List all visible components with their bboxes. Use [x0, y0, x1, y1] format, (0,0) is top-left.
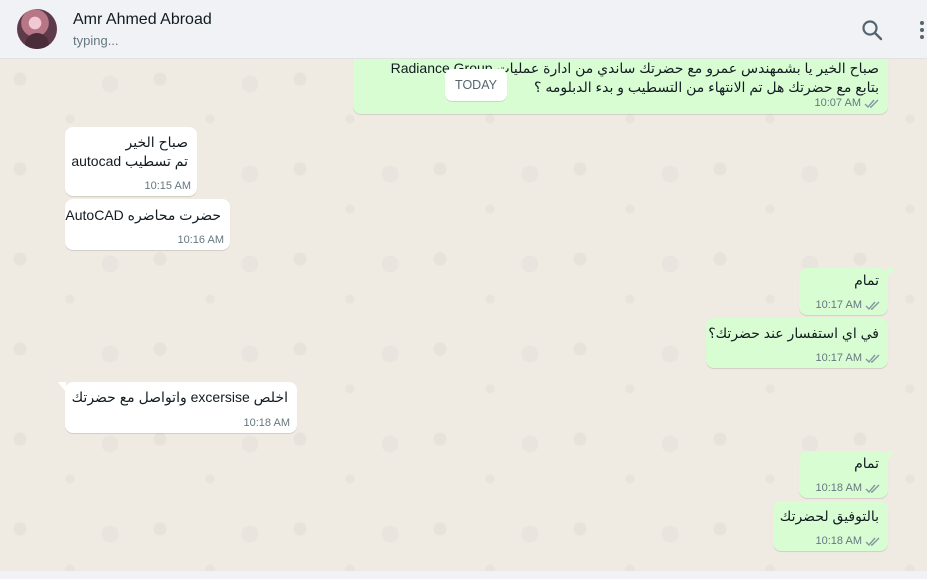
- message-outgoing[interactable]: في اي استفسار عند حضرتك؟ 10:17 AM: [706, 318, 888, 368]
- read-receipt-icon: [865, 301, 880, 311]
- message-time: 10:18 AM: [815, 535, 862, 547]
- message-text: في اي استفسار عند حضرتك؟: [708, 325, 879, 341]
- message-text: حضرت محاضره AutoCAD: [65, 207, 221, 223]
- search-icon[interactable]: [860, 18, 884, 42]
- contact-status: typing...: [73, 33, 119, 48]
- message-outgoing[interactable]: بالتوفيق لحضرتك 10:18 AM: [773, 501, 888, 551]
- message-incoming[interactable]: اخلص excersise واتواصل مع حضرتك 10:18 AM: [58, 382, 297, 433]
- message-incoming[interactable]: حضرت محاضره AutoCAD 10:16 AM: [65, 199, 230, 250]
- message-time: 10:07 AM: [814, 97, 861, 109]
- message-time: 10:15 AM: [144, 180, 191, 192]
- message-text: صباح الخير: [125, 134, 188, 150]
- message-time: 10:17 AM: [815, 352, 862, 364]
- bubble-tail: [58, 382, 66, 392]
- date-divider: TODAY: [445, 69, 507, 101]
- message-text: بتابع مع حضرتك هل تم الانتهاء من التسطيب…: [534, 79, 879, 95]
- read-receipt-icon: [865, 354, 880, 364]
- bubble-tail: [887, 268, 895, 278]
- bubble-tail: [887, 451, 895, 461]
- message-text: بالتوفيق لحضرتك: [779, 508, 879, 524]
- message-time: 10:18 AM: [243, 417, 290, 429]
- message-text: تم تسطيب autocad: [71, 153, 188, 169]
- message-outgoing[interactable]: تمام 10:17 AM: [799, 268, 895, 315]
- read-receipt-icon: [864, 99, 879, 109]
- chat-header: Amr Ahmed Abroad typing...: [0, 0, 927, 59]
- menu-icon[interactable]: [910, 18, 927, 42]
- message-outgoing[interactable]: صباح الخير يا بشمهندس عمرو مع حضرتك ساند…: [353, 59, 888, 114]
- message-text: تمام: [854, 272, 879, 288]
- message-text: اخلص excersise واتواصل مع حضرتك: [71, 389, 288, 405]
- message-time: 10:17 AM: [815, 299, 862, 311]
- message-incoming[interactable]: صباح الخير تم تسطيب autocad 10:15 AM: [65, 127, 197, 196]
- contact-name[interactable]: Amr Ahmed Abroad: [73, 11, 212, 29]
- message-outgoing[interactable]: تمام 10:18 AM: [799, 451, 895, 498]
- message-text: تمام: [854, 455, 879, 471]
- contact-avatar[interactable]: [17, 9, 57, 49]
- message-time: 10:18 AM: [815, 482, 862, 494]
- message-pane[interactable]: صباح الخير يا بشمهندس عمرو مع حضرتك ساند…: [0, 59, 927, 579]
- composer-bar: [0, 571, 927, 579]
- read-receipt-icon: [865, 484, 880, 494]
- read-receipt-icon: [865, 537, 880, 547]
- message-time: 10:16 AM: [177, 234, 224, 246]
